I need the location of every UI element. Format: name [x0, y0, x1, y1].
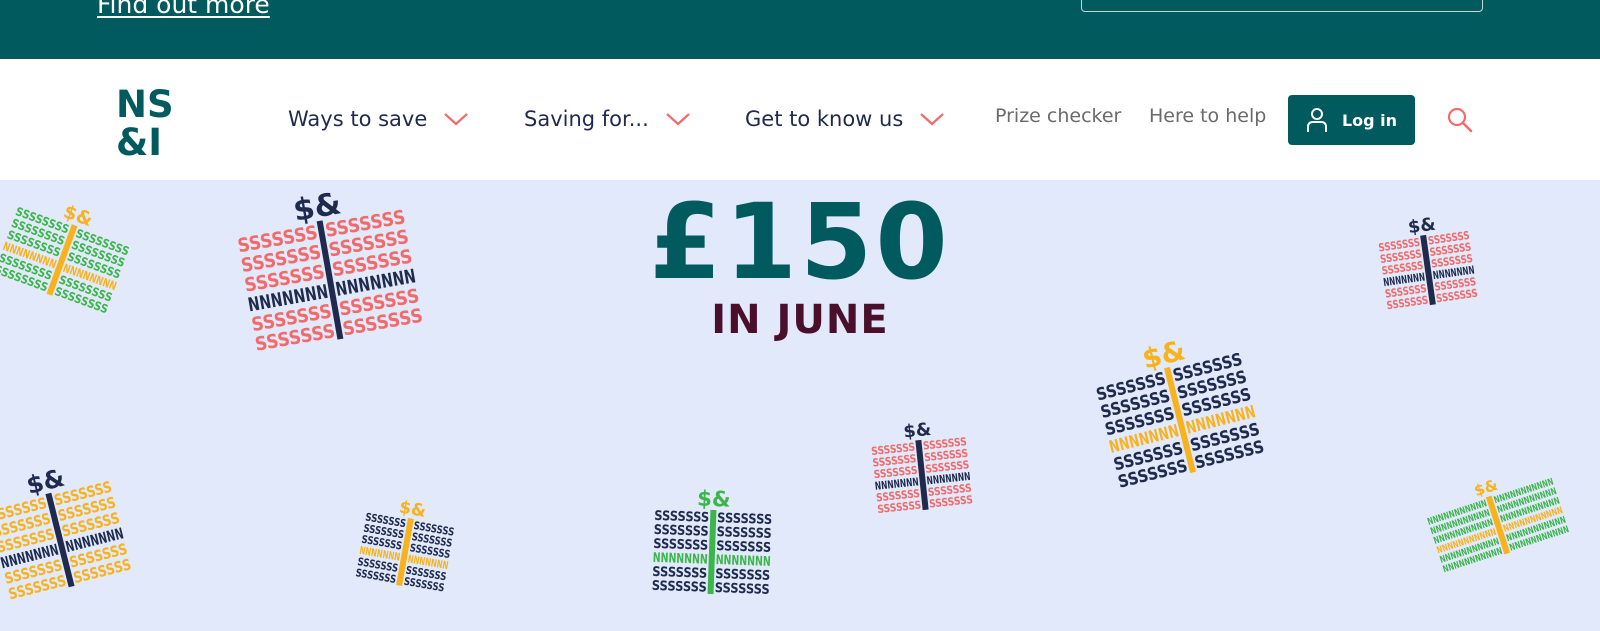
chevron-down-icon	[666, 113, 690, 126]
promo-banner: Find out more	[0, 0, 1600, 59]
svg-text:$&: $&	[1407, 215, 1437, 239]
nav-get-to-know-us-label: Get to know us	[745, 107, 904, 131]
nav-saving-for-label: Saving for...	[524, 107, 649, 131]
chevron-down-icon	[444, 113, 468, 126]
chevron-down-icon	[920, 113, 945, 126]
log-in-button[interactable]: Log in	[1288, 95, 1415, 145]
nsi-logo-icon: NS &I	[116, 83, 174, 164]
banner-box	[1081, 0, 1483, 12]
nav-ways-to-save[interactable]: Ways to save	[288, 104, 469, 134]
gift-decoration: SSSSSSSSSSSSSSSSSSSSSSSSSSSSSSSSSSSSSSSS…	[355, 497, 456, 594]
gift-decoration: SSSSSSSSSSSSSSSSSSSSSSSSSSSSSSSSSSSSSSSS…	[1094, 335, 1266, 493]
svg-text:NS: NS	[116, 83, 174, 126]
log-in-label: Log in	[1341, 110, 1398, 130]
user-icon	[1306, 108, 1327, 132]
gift-decoration: SSSSSSSSSSSSSSSSSSSSSSSSSSSSSSSSSSSSSSSS…	[1378, 215, 1479, 313]
nsi-logo[interactable]: NS &I	[116, 83, 176, 164]
search-icon	[1447, 107, 1473, 133]
nav-ways-to-save-label: Ways to save	[288, 107, 428, 131]
site-header: NS &I Ways to save Saving for... Get to …	[0, 59, 1600, 180]
gift-decoration: SSSSSSSSSSSSSSSSSSSSSSSSSSSSSSSSSSSSSSSS…	[652, 486, 773, 598]
search-button[interactable]	[1446, 106, 1474, 134]
gift-decoration: SSSSSSSSSSSSSSSSSSSSSSSSSSSSSSSSSSSSSSSS…	[236, 186, 425, 356]
nav-get-to-know-us[interactable]: Get to know us	[745, 104, 945, 134]
gift-decoration: SSSSSSSSSSSSSSSSSSSSSSSSSSSSSSSSSSSSSSSS…	[0, 201, 131, 316]
svg-text:SSSSSSS: SSSSSSS	[652, 579, 707, 596]
nav-saving-for[interactable]: Saving for...	[524, 104, 691, 134]
prize-checker-link[interactable]: Prize checker	[995, 105, 1121, 127]
svg-text:$&: $&	[903, 420, 933, 443]
gift-decoration: NNNNNNNNNNNNNNNNNNNNNNNNNNNNNNNNNNNNNNNN…	[1426, 476, 1570, 576]
gift-decoration: SSSSSSSSSSSSSSSSSSSSSSSSSSSSSSSSSSSSSSSS…	[871, 420, 974, 516]
gift-decoration: SSSSSSSSSSSSSSSSSSSSSSSSSSSSSSSSSSSSSSSS…	[0, 463, 133, 604]
hero-banner: £150 IN JUNE SSSSSSSS SSSSSSSS SSSSSSSS SSS…	[0, 180, 1600, 631]
svg-text:$&: $&	[697, 486, 731, 512]
svg-text:SSSSSSS: SSSSSSS	[714, 581, 769, 598]
find-out-more-link[interactable]: Find out more	[97, 0, 270, 19]
svg-text:&I: &I	[116, 121, 162, 157]
here-to-help-link[interactable]: Here to help	[1149, 105, 1266, 127]
